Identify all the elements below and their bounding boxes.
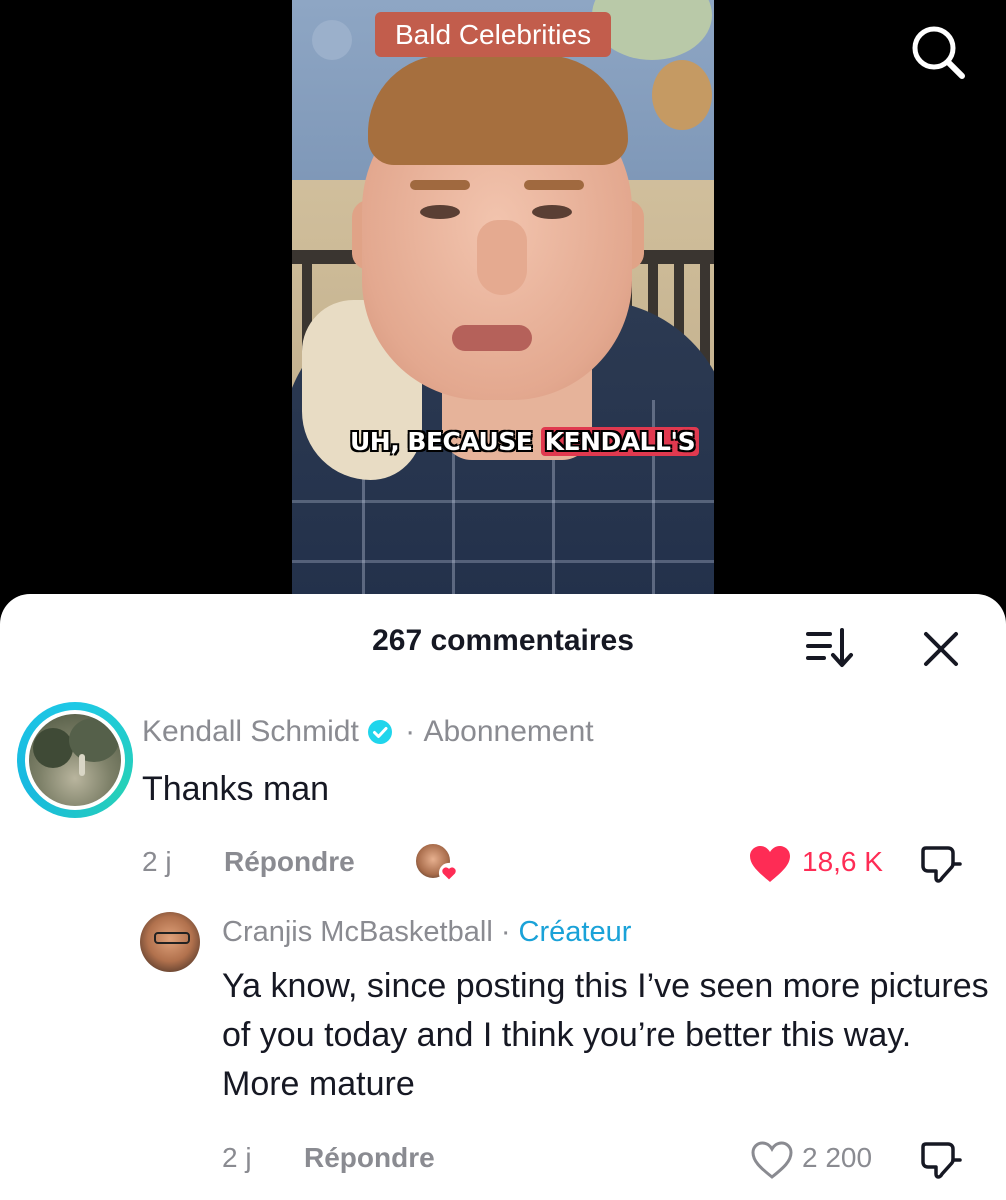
reply-separator: ·	[492, 916, 519, 948]
reply-text: Ya know, since posting this I’ve seen mo…	[222, 967, 989, 1103]
dislike-icon[interactable]	[918, 842, 964, 888]
nose	[477, 220, 527, 295]
caption-text: UH, BECAUSE	[350, 427, 541, 456]
reply-to-reply-button[interactable]: Répondre	[304, 1142, 435, 1174]
sort-icon[interactable]	[804, 624, 858, 674]
search-icon[interactable]	[906, 20, 970, 84]
commenter-avatar[interactable]	[17, 702, 133, 818]
reply-button[interactable]: Répondre	[224, 846, 355, 878]
reply-author-row: Cranjis McBasketball · Créateur	[222, 916, 631, 949]
reply-meta-row: 2 j Répondre 2 200	[222, 1138, 972, 1182]
reply-author-name[interactable]: Cranjis McBasketball	[222, 916, 493, 948]
comment-meta-row: 2 j Répondre 18,6 K	[142, 842, 972, 886]
creator-liked-badge	[414, 842, 460, 888]
comment-author-row: Kendall Schmidt · Abonnement	[142, 714, 594, 758]
close-icon[interactable]	[918, 626, 964, 672]
caption-highlight: KENDALL'S	[540, 427, 700, 456]
reply-time: 2 j	[222, 1142, 252, 1173]
mini-heart-icon	[438, 862, 460, 884]
reply-avatar[interactable]	[140, 912, 200, 972]
hair	[368, 55, 628, 165]
comment-text: Thanks man	[142, 770, 330, 808]
verified-badge-icon	[367, 720, 392, 745]
video-player[interactable]: Bald Celebrities UH, BECAUSE KENDALL'S	[0, 0, 1006, 620]
comments-sheet: 267 commentaires Kendall Schmidt · Abonn…	[0, 594, 1006, 1200]
video-title-overlay: Bald Celebrities	[375, 12, 612, 57]
comments-header: 267 commentaires	[0, 614, 1006, 674]
reply-dislike-icon[interactable]	[918, 1138, 964, 1184]
comment-time: 2 j	[142, 846, 172, 877]
reply-like-count: 2 200	[802, 1142, 873, 1173]
video-caption: UH, BECAUSE KENDALL'S	[350, 422, 700, 462]
follow-label[interactable]: Abonnement	[423, 715, 593, 748]
video-frame[interactable]	[292, 0, 714, 620]
like-count: 18,6 K	[802, 846, 883, 877]
mouth	[452, 325, 532, 351]
heart-outline-icon	[751, 1141, 793, 1179]
author-separator: ·	[396, 715, 424, 749]
creator-badge: Créateur	[518, 916, 632, 948]
comment-author-name[interactable]: Kendall Schmidt	[142, 715, 359, 748]
heart-filled-icon	[750, 846, 790, 882]
